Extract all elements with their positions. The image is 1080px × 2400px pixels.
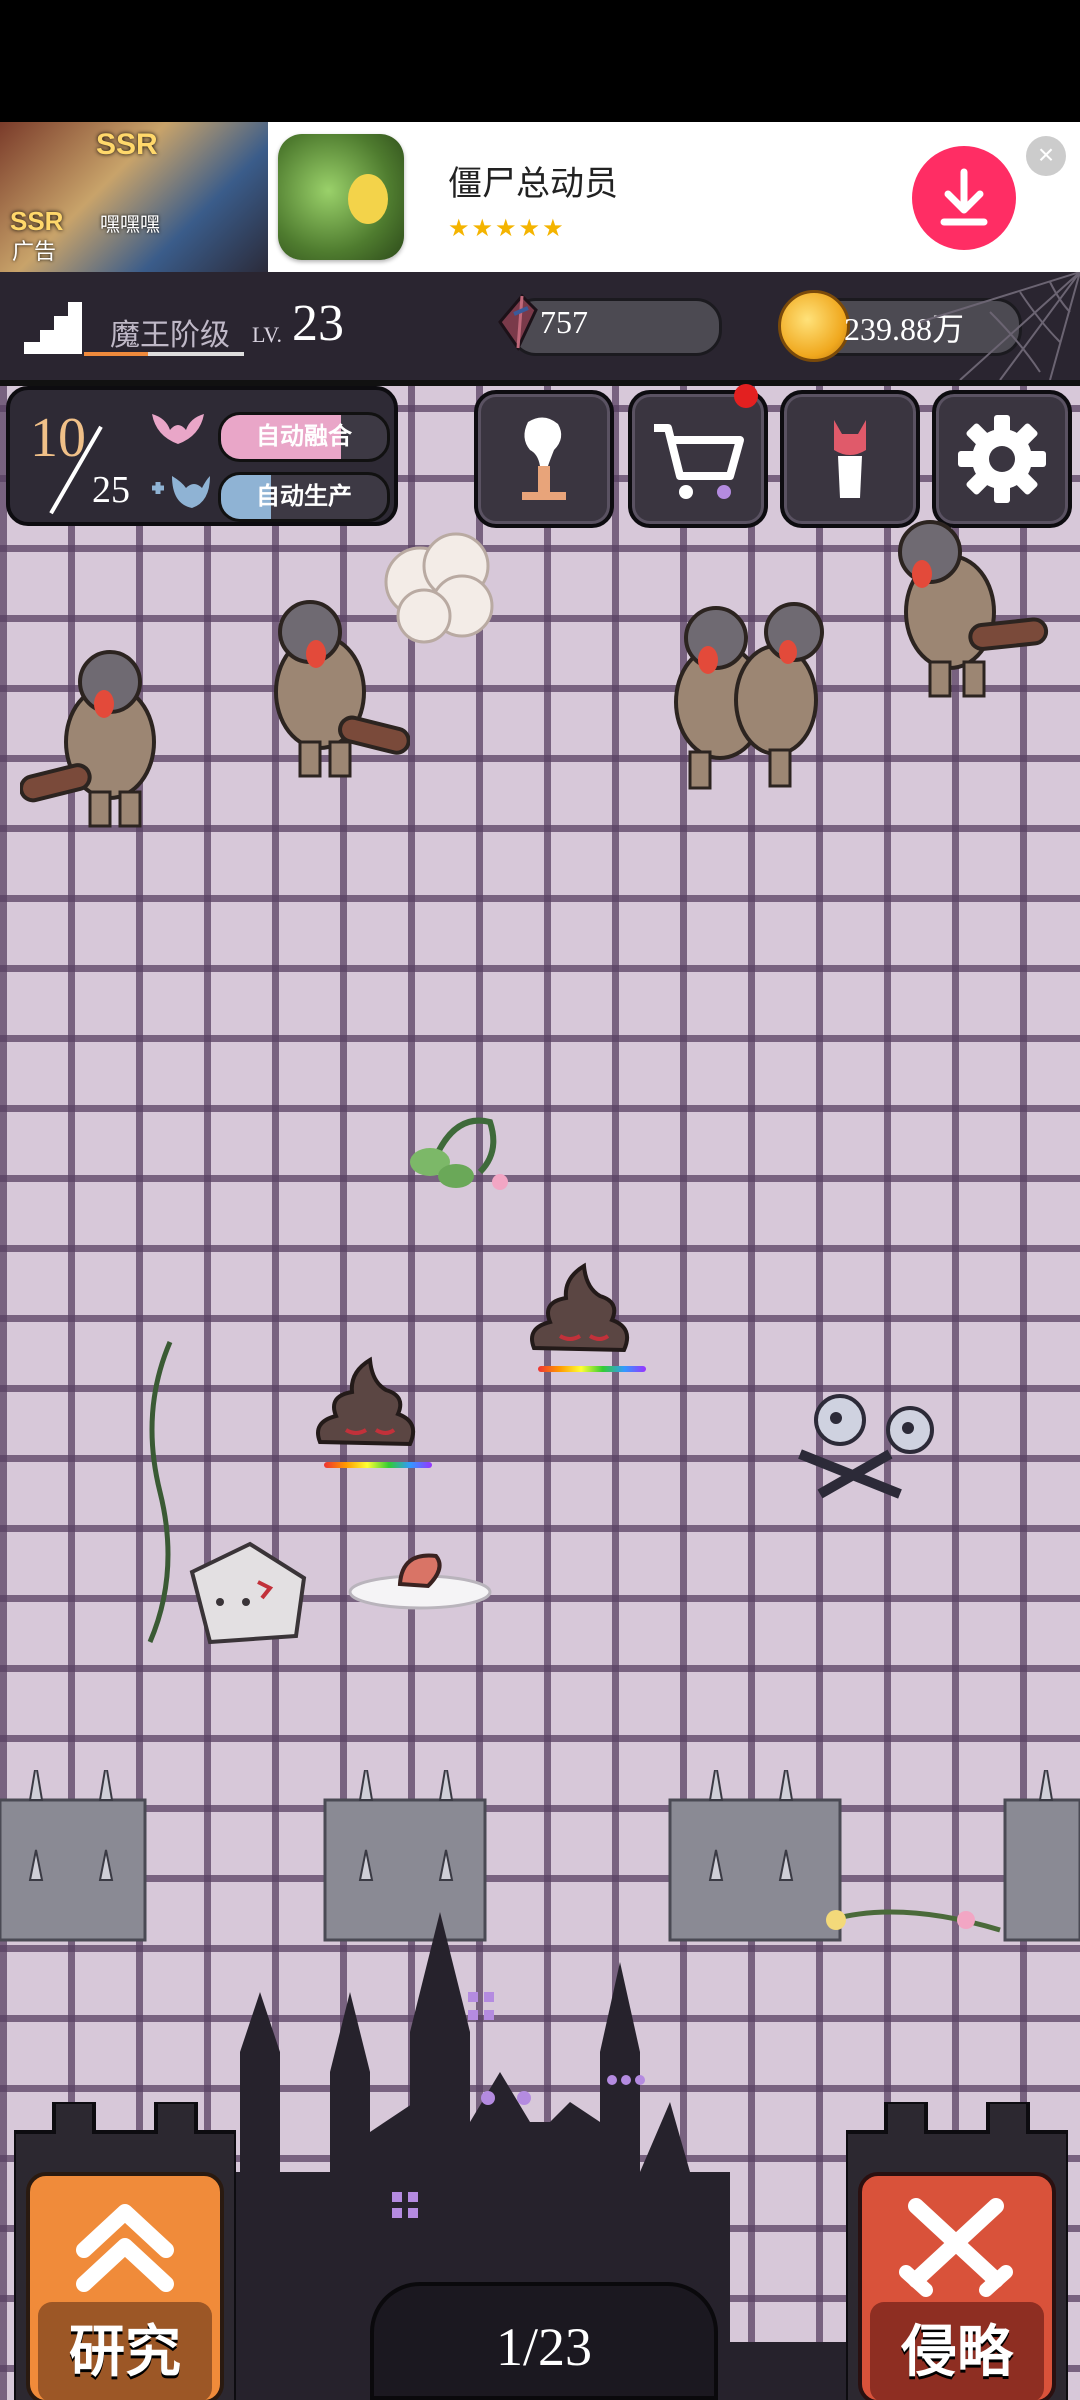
gem-icon [498,293,538,351]
cart-icon [654,424,744,499]
sprout-plant[interactable] [390,1092,520,1202]
ad-rating-stars: ★★★★★ [448,215,566,242]
invade-label: 侵略 [901,2322,1013,2384]
shop-button[interactable] [628,390,768,528]
troll-monster[interactable] [20,632,190,832]
research-button[interactable]: 研究 [12,2100,238,2400]
status-bar [0,0,1080,122]
smoke-puff [384,532,494,644]
ad-app-title[interactable]: 僵尸总动员 [448,156,618,205]
rank-progress [84,352,244,356]
rainbow-glow [324,1462,432,1468]
rank-label: 魔王阶级 [110,319,230,352]
troll-monster[interactable] [870,502,1050,702]
produce-demon-icon [152,476,210,508]
ad-ssr-badge: SSR [96,128,158,161]
auto-produce-button[interactable]: 自动生产 [218,472,390,522]
poop-monster[interactable] [520,1258,640,1368]
ad-banner[interactable]: SSR SSR 嘿嘿嘿 广告 僵尸总动员 ★★★★★ × [0,122,1080,272]
spawn-panel: 10 25 自动融合 自动生产 [6,386,398,526]
research-label: 研究 [69,2322,181,2384]
trophy-button[interactable] [474,390,614,528]
download-icon[interactable] [912,146,1016,250]
auto-produce-label: 自动生产 [256,483,352,510]
ad-thumbnail[interactable]: SSR SSR 嘿嘿嘿 广告 [0,122,268,272]
page-indicator: 1/23 [370,2282,718,2400]
download-arrow-icon [940,168,988,226]
coin-icon [778,290,850,362]
level-prefix: LV. [252,322,282,347]
poop-monster[interactable] [306,1352,426,1462]
page-indicator-text: 1/23 [495,2317,592,2377]
rainbow-glow [538,1366,646,1372]
level-value: 23 [292,295,344,352]
skeleton-bones[interactable] [780,1384,950,1514]
game-area[interactable]: 魔王阶级 LV. 23 757 239.88万 10 25 自动融合 自动生产 … [0,272,1080,2400]
rank-stairs-icon [24,302,82,354]
merge-demon-icon [152,414,204,444]
ad-tag: 广告 [12,239,57,264]
top-hud: 魔王阶级 LV. 23 757 239.88万 [0,272,1080,386]
vine-decoration [147,1341,173,1643]
invade-button[interactable]: 侵略 [844,2100,1070,2400]
cobweb-decoration [919,272,1080,380]
rock-monster[interactable] [180,1532,320,1652]
ad-app-icon[interactable] [278,134,404,260]
ad-ssr-badge-2: SSR [10,206,64,236]
trophy-icon [522,417,566,500]
shop-notification-badge [734,384,758,408]
auto-merge-button[interactable]: 自动融合 [218,412,390,462]
spawn-max: 25 [92,469,130,511]
troll-monster-pair[interactable] [650,582,850,802]
close-icon[interactable]: × [1026,136,1066,176]
auto-merge-label: 自动融合 [256,423,352,450]
gem-value: 757 [540,304,588,340]
meat-plate[interactable] [340,1512,500,1622]
spawn-current: 10 [30,407,86,469]
ad-thumb-caption: 嘿嘿嘿 [100,214,160,236]
